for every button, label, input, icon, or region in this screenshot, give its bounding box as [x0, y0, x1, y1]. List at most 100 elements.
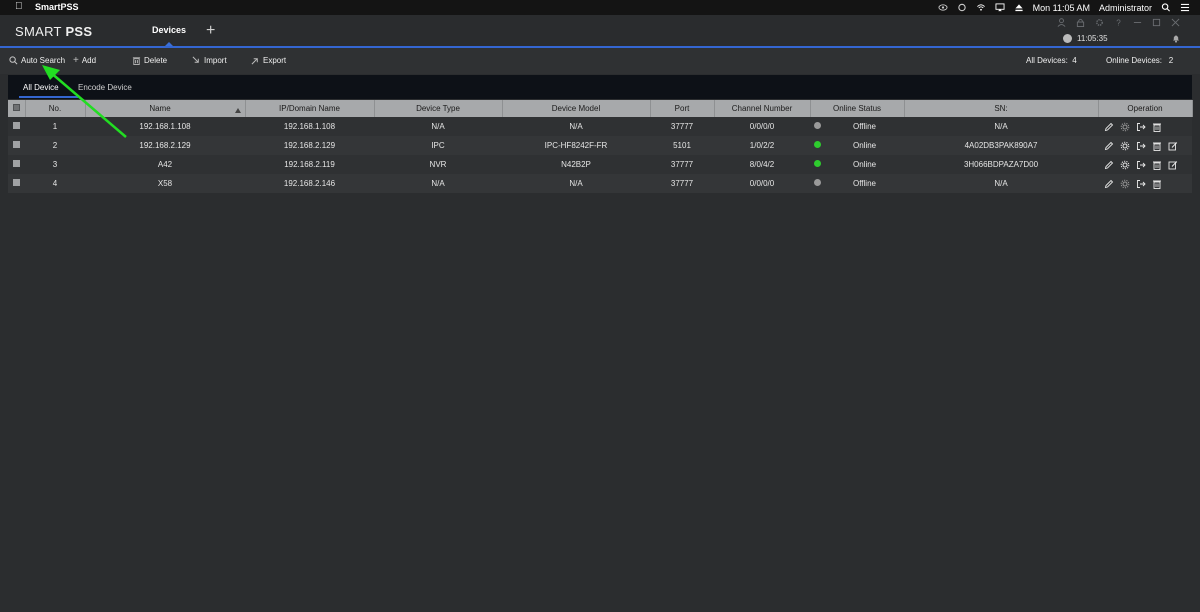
logout-icon[interactable]	[1136, 122, 1146, 132]
row-sn: N/A	[994, 179, 1008, 188]
logout-icon[interactable]	[1136, 141, 1146, 151]
delete-button[interactable]: Delete	[132, 56, 167, 65]
spotlight-search-icon[interactable]	[1161, 3, 1171, 12]
row-sn: 3H066BDPAZA7D00	[963, 160, 1039, 169]
logout-icon[interactable]	[1136, 160, 1146, 170]
edit-icon[interactable]	[1104, 179, 1114, 189]
row-port: 37777	[670, 122, 694, 131]
row-number: 1	[52, 122, 58, 131]
logout-icon[interactable]	[1136, 179, 1146, 189]
row-status-text: Online	[853, 160, 877, 169]
row-operations	[1098, 136, 1192, 155]
device-config-icon[interactable]	[1120, 141, 1130, 151]
settings-menu-icon[interactable]	[957, 3, 967, 12]
user-icon[interactable]	[1057, 18, 1066, 27]
menubar-datetime[interactable]: Mon 11:05 AM	[1033, 3, 1090, 13]
import-icon	[192, 56, 199, 63]
sort-ascending-icon	[234, 108, 241, 113]
wifi-icon[interactable]	[976, 3, 986, 12]
row-port: 37777	[670, 160, 694, 169]
row-device-type: IPC	[431, 141, 445, 150]
column-header-channel-number[interactable]: Channel Number	[714, 100, 811, 117]
row-checkbox[interactable]	[8, 136, 25, 155]
help-icon[interactable]: ?	[1114, 18, 1123, 27]
row-device-model: N/A	[569, 122, 583, 131]
menubar-user[interactable]: Administrator	[1099, 3, 1152, 13]
trash-icon[interactable]	[1152, 141, 1162, 151]
row-online-status: Online	[810, 136, 904, 155]
gear-icon[interactable]	[1095, 18, 1104, 27]
status-eye-icon[interactable]	[938, 3, 948, 12]
apple-icon[interactable]: 	[15, 1, 23, 12]
column-header-no[interactable]: No.	[25, 100, 86, 117]
tab-devices[interactable]: Devices	[145, 20, 193, 46]
export-button[interactable]: Export	[251, 56, 286, 65]
row-status-text: Online	[853, 141, 877, 150]
device-subtabs: All Device Encode Device	[8, 75, 1192, 99]
import-button[interactable]: Import	[192, 56, 227, 65]
airplay-icon[interactable]	[995, 3, 1005, 12]
column-header-ip[interactable]: IP/Domain Name	[245, 100, 375, 117]
row-device-type: N/A	[431, 179, 445, 188]
column-header-online-status[interactable]: Online Status	[810, 100, 905, 117]
table-row[interactable]: 1 192.168.1.108 192.168.1.108 N/A N/A 37777 0/…	[8, 117, 1192, 136]
remote-config-icon[interactable]	[1168, 160, 1178, 170]
column-header-device-model[interactable]: Device Model	[502, 100, 651, 117]
row-channel-number: 8/0/4/2	[749, 160, 775, 169]
subtab-all-device[interactable]: All Device	[23, 83, 59, 92]
row-channel-number: 0/0/0/0	[749, 179, 775, 188]
minimize-icon[interactable]	[1133, 18, 1142, 27]
column-header-sn[interactable]: SN:	[904, 100, 1099, 117]
column-header-port[interactable]: Port	[650, 100, 715, 117]
row-checkbox[interactable]	[8, 117, 25, 136]
tab-devices-label: Devices	[151, 25, 187, 35]
row-checkbox[interactable]	[8, 174, 25, 193]
remote-config-icon[interactable]	[1168, 141, 1178, 151]
close-icon[interactable]	[1171, 18, 1180, 27]
all-devices-count: All Devices: 4	[1026, 56, 1077, 65]
trash-icon[interactable]	[1152, 122, 1162, 132]
row-checkbox[interactable]	[8, 155, 25, 174]
device-config-icon[interactable]	[1120, 160, 1130, 170]
app-logo: SMART PSS	[15, 24, 92, 39]
edit-icon[interactable]	[1104, 160, 1114, 170]
row-ip: 192.168.2.146	[283, 179, 336, 188]
row-number: 2	[52, 141, 58, 150]
select-all-checkbox[interactable]	[8, 100, 26, 117]
eject-icon[interactable]	[1014, 3, 1024, 12]
notification-center-icon[interactable]	[1180, 3, 1190, 12]
add-button[interactable]: + Add	[73, 56, 96, 66]
menubar-app-name[interactable]: SmartPSS	[35, 2, 79, 12]
column-header-device-type[interactable]: Device Type	[374, 100, 503, 117]
row-status-text: Offline	[853, 179, 876, 188]
bell-icon[interactable]	[1171, 33, 1181, 43]
online-devices-count: Online Devices: 2	[1106, 56, 1173, 65]
maximize-icon[interactable]	[1152, 18, 1161, 27]
column-header-name[interactable]: Name	[85, 100, 246, 117]
row-channel-number: 0/0/0/0	[749, 122, 775, 131]
table-header-row: No. Name IP/Domain Name Device Type Devi…	[8, 100, 1193, 117]
table-row[interactable]: 2 192.168.2.129 192.168.2.129 IPC IPC-HF8242…	[8, 136, 1192, 155]
edit-icon[interactable]	[1104, 141, 1114, 151]
export-label: Export	[263, 56, 287, 65]
device-config-icon[interactable]	[1120, 122, 1130, 132]
add-tab-button[interactable]: +	[206, 23, 215, 39]
row-online-status: Online	[810, 155, 904, 174]
device-config-icon[interactable]	[1120, 179, 1130, 189]
subtab-encode-device[interactable]: Encode Device	[78, 83, 132, 92]
import-label: Import	[204, 56, 227, 65]
table-row[interactable]: 3 A42 192.168.2.119 NVR N42B2P 37777 8/0/4/2 On…	[8, 155, 1192, 174]
table-row[interactable]: 4 X58 192.168.2.146 N/A N/A 37777 0/0/0/0 Offli…	[8, 174, 1192, 193]
all-devices-label: All Devices:	[1026, 56, 1068, 65]
row-operations	[1098, 174, 1192, 193]
clock-time: 11:05:35	[1077, 34, 1108, 43]
edit-icon[interactable]	[1104, 122, 1114, 132]
lock-icon[interactable]	[1076, 18, 1085, 27]
trash-icon[interactable]	[1152, 179, 1162, 189]
row-channel-number: 1/0/2/2	[749, 141, 775, 150]
offline-dot-icon	[814, 122, 821, 129]
svg-text:?: ?	[1116, 19, 1121, 27]
auto-search-button[interactable]: Auto Search	[9, 56, 65, 65]
trash-icon[interactable]	[1152, 160, 1162, 170]
row-number: 3	[52, 160, 58, 169]
